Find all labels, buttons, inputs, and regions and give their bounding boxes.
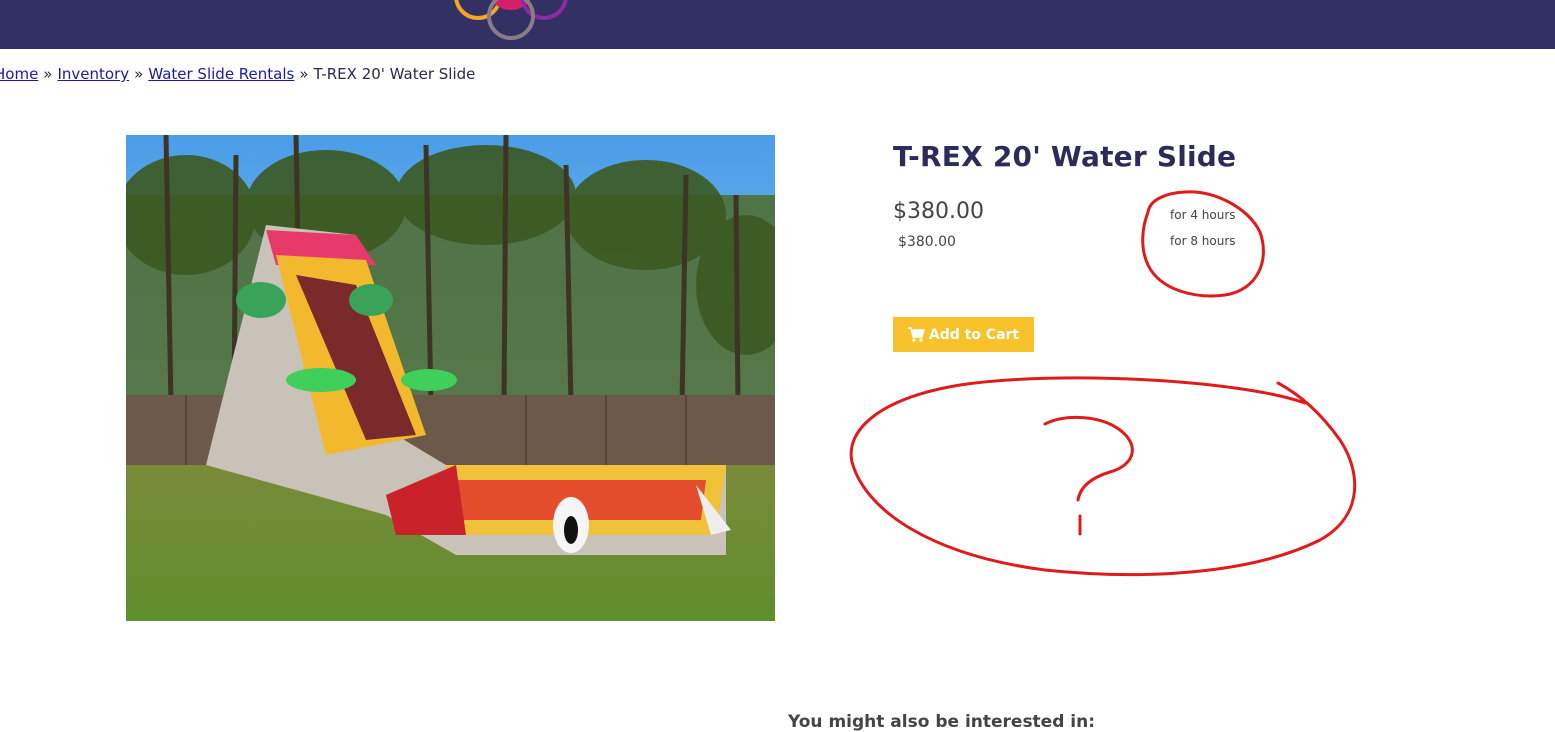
annotation-circle-missing [849, 376, 1357, 577]
product-title: T-REX 20' Water Slide [893, 140, 1237, 173]
breadcrumb-separator: » [134, 65, 144, 83]
breadcrumb: Home»Inventory»Water Slide Rentals»T-REX… [0, 65, 475, 83]
breadcrumb-inventory[interactable]: Inventory [57, 65, 129, 83]
duration-8-hours: for 8 hours [1170, 234, 1236, 248]
price-4-hours: $380.00 [893, 199, 984, 224]
breadcrumb-water-slide-rentals[interactable]: Water Slide Rentals [148, 65, 294, 83]
cart-icon [907, 327, 925, 342]
product-image[interactable] [126, 135, 775, 621]
breadcrumb-home[interactable]: Home [0, 65, 38, 83]
water-slide-photo [126, 135, 775, 621]
site-header [0, 0, 1555, 49]
breadcrumb-current: T-REX 20' Water Slide [313, 65, 476, 83]
breadcrumb-separator: » [43, 65, 53, 83]
breadcrumb-separator: » [299, 65, 309, 83]
add-to-cart-button[interactable]: Add to Cart [893, 317, 1034, 352]
logo-rings-icon[interactable] [436, 0, 586, 42]
annotation-question-mark [1043, 415, 1134, 536]
duration-4-hours: for 4 hours [1170, 208, 1236, 222]
add-to-cart-label: Add to Cart [928, 326, 1020, 343]
related-products-heading: You might also be interested in: [788, 712, 1096, 732]
price-8-hours: $380.00 [898, 234, 956, 250]
